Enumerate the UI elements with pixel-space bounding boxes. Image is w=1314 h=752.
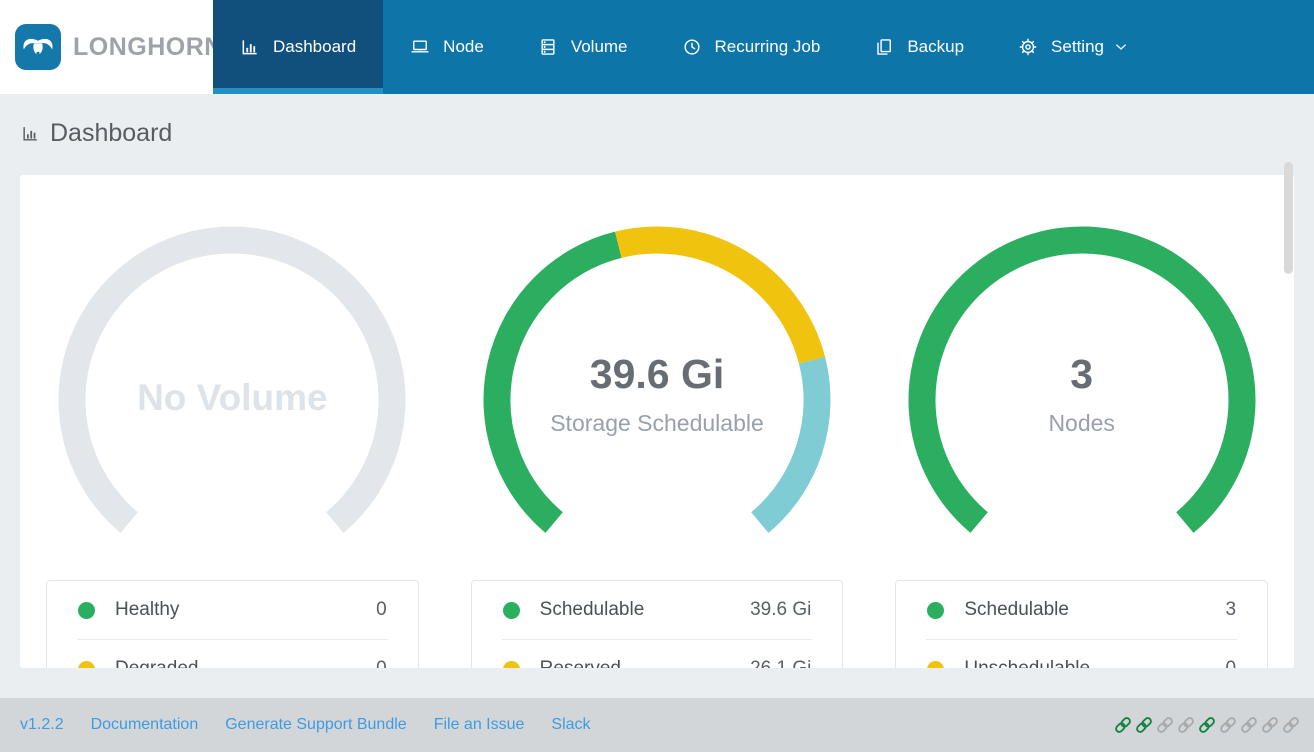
gear-icon [1018, 37, 1038, 57]
status-dot [78, 601, 95, 619]
legend-label: Unschedulable [964, 658, 1225, 668]
legend-label: Healthy [115, 599, 180, 620]
footer-bar: v1.2.2 Documentation Generate Support Bun… [0, 698, 1314, 752]
link-icon-8[interactable] [1260, 715, 1280, 735]
gauge-panel-nodes: 3 Nodes Schedulable 3 Unschedulable0 [869, 175, 1294, 668]
status-dot [927, 660, 945, 668]
storage-legend: Schedulable 39.6 Gi Reserved26.1 Gi [470, 580, 844, 668]
node-link-status-icons [1113, 715, 1314, 735]
link-icon-6[interactable] [1218, 715, 1238, 735]
legend-value: 39.6 Gi [750, 599, 812, 620]
nav-item-volume[interactable]: Volume [511, 0, 655, 94]
storage-gauge-label: Storage Schedulable [550, 410, 764, 436]
link-icon-1[interactable] [1113, 715, 1133, 735]
nav-item-label: Volume [570, 37, 628, 56]
status-dot [502, 660, 520, 668]
legend-label: Degraded [115, 658, 376, 668]
footer-link-documentation[interactable]: Documentation [91, 716, 199, 734]
storage-gauge-value: 39.6 Gi [589, 351, 725, 397]
legend-row-unschedulable: Unschedulable0 [896, 640, 1267, 668]
status-dot [927, 601, 945, 619]
nav-item-recurring-job[interactable]: Recurring Job [655, 0, 848, 94]
volume-legend: Healthy0Degraded0 [46, 580, 419, 668]
vertical-scrollbar-thumb[interactable] [1284, 162, 1293, 274]
chevron-down-icon [1115, 39, 1129, 55]
longhorn-bull-icon [15, 24, 61, 70]
page-header: Dashboard [21, 119, 172, 148]
link-icon-9[interactable] [1281, 715, 1301, 735]
laptop-icon [410, 37, 430, 57]
link-icon-5[interactable] [1197, 715, 1217, 735]
nav-item-node[interactable]: Node [383, 0, 511, 94]
bar-chart-icon [240, 37, 260, 57]
status-dot [78, 660, 95, 668]
nodes-legend: Schedulable 3 Unschedulable0 [895, 580, 1269, 668]
database-icon [538, 37, 558, 57]
nav-item-label: Backup [907, 37, 965, 56]
nav-item-setting[interactable]: Setting [991, 0, 1156, 94]
legend-label: Schedulable [964, 599, 1069, 620]
legend-row-reserved: Reserved26.1 Gi [472, 640, 843, 668]
bar-chart-icon [21, 124, 40, 143]
nav-item-label: Setting [1051, 37, 1104, 56]
legend-label: Reserved [540, 658, 750, 668]
page-title: Dashboard [50, 119, 173, 147]
legend-value: 0 [1225, 658, 1236, 668]
link-icon-2[interactable] [1134, 715, 1154, 735]
clock-icon [682, 37, 702, 57]
legend-row-healthy: Healthy 0 [47, 581, 418, 639]
legend-row-degraded: Degraded0 [47, 640, 418, 668]
status-dot [502, 601, 520, 619]
legend-value: 0 [376, 599, 387, 620]
footer-link-file-an-issue[interactable]: File an Issue [434, 716, 525, 734]
gauge-panel-storage: 39.6 Gi Storage Schedulable Schedulable 39.… [445, 175, 870, 668]
gauge-panel-volume: No VolumeHealthy0Degraded0 [20, 175, 445, 668]
nav-menu: Dashboard Node Volume Recurring Job Backup Se… [213, 0, 1156, 94]
footer-link-generate-support-bundle[interactable]: Generate Support Bundle [225, 716, 406, 734]
nodes-gauge-label: Nodes [1048, 410, 1115, 436]
nav-item-label: Dashboard [273, 37, 357, 56]
gauge-segment-reserved [615, 226, 826, 364]
top-navbar: LONGHORN Dashboard Node Volume Recurring Jo… [0, 0, 1314, 94]
version-link[interactable]: v1.2.2 [20, 716, 64, 734]
link-icon-3[interactable] [1155, 715, 1175, 735]
brand-logo[interactable]: LONGHORN [0, 0, 222, 94]
legend-label: Schedulable [539, 599, 645, 620]
nav-item-label: Recurring Job [714, 37, 821, 56]
link-icon-7[interactable] [1239, 715, 1259, 735]
nodes-gauge-value: 3 [1070, 351, 1094, 397]
nav-item-label: Node [443, 37, 484, 56]
volume-empty-text: No Volume [137, 377, 328, 418]
legend-value: 3 [1225, 599, 1237, 620]
footer-link-slack[interactable]: Slack [551, 716, 590, 734]
legend-value: 26.1 Gi [750, 658, 811, 668]
copy-icon [874, 37, 894, 57]
legend-row-schedulable: Schedulable 3 [896, 581, 1267, 639]
legend-row-schedulable: Schedulable 39.6 Gi [472, 581, 843, 639]
nav-item-dashboard[interactable]: Dashboard [213, 0, 384, 94]
dashboard-card: No VolumeHealthy0Degraded039.6 GiStorage… [20, 175, 1294, 668]
brand-name: LONGHORN [73, 32, 223, 61]
footer-links: v1.2.2 Documentation Generate Support Bun… [0, 716, 591, 734]
legend-value: 0 [376, 658, 387, 668]
link-icon-4[interactable] [1176, 715, 1196, 735]
nav-item-backup[interactable]: Backup [847, 0, 991, 94]
